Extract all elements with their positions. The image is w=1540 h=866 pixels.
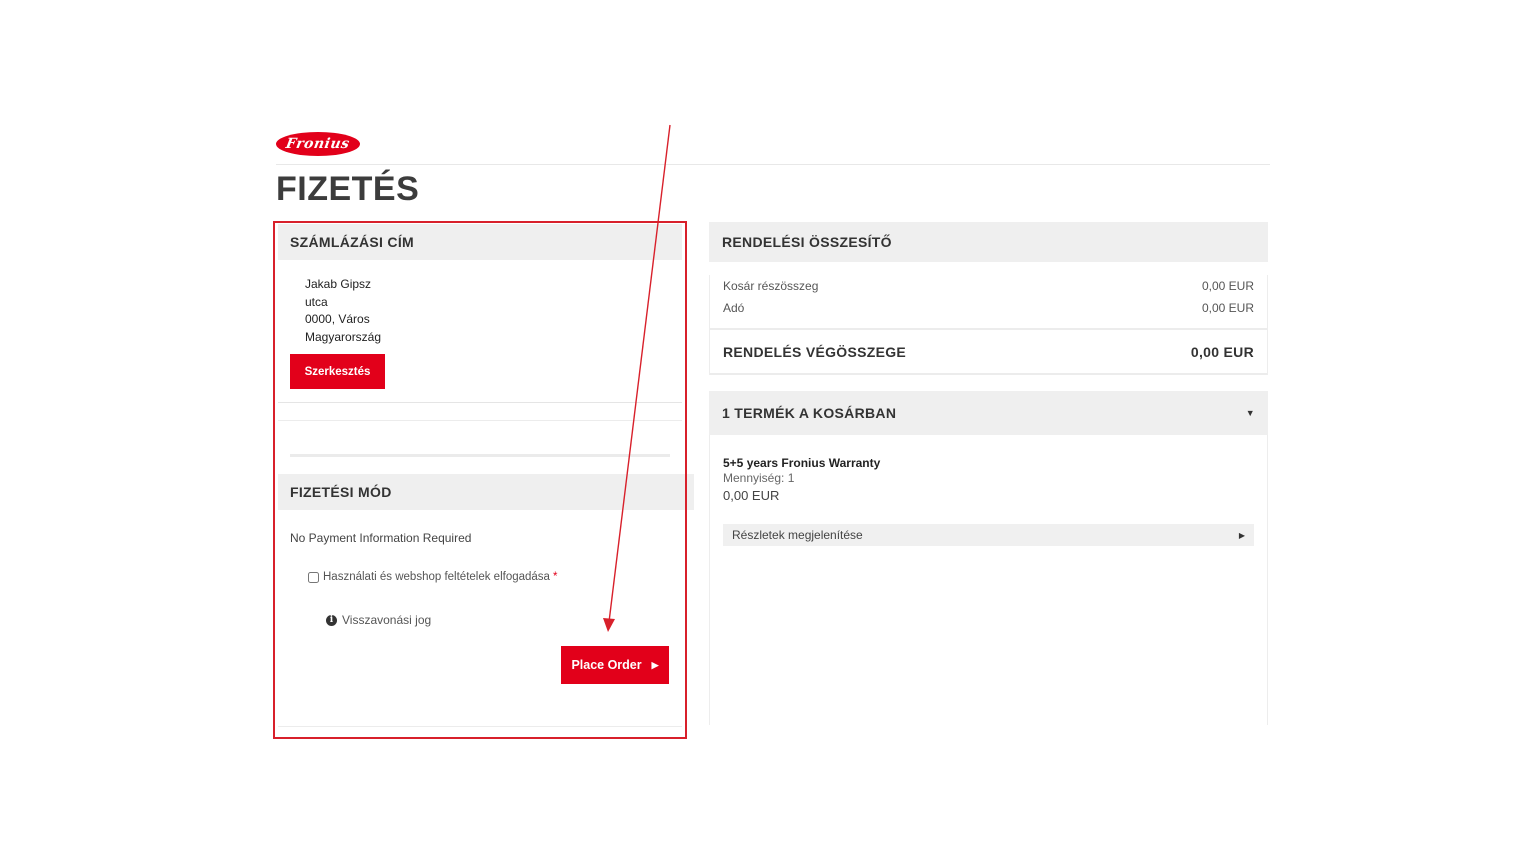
order-summary-header: RENDELÉSI ÖSSZESÍTŐ — [709, 222, 1268, 262]
caret-right-icon: ▶ — [1238, 530, 1245, 540]
logo-text: Fronius — [284, 136, 352, 152]
tax-label: Adó — [723, 301, 745, 315]
tax-value: 0,00 EUR — [1201, 301, 1254, 315]
show-details-toggle[interactable]: Részletek megjelenítése ▶ — [723, 524, 1254, 546]
show-details-label: Részletek megjelenítése — [732, 528, 863, 542]
order-summary-body: Kosár részösszeg 0,00 EUR Adó 0,00 EUR R… — [709, 275, 1268, 375]
page-title: FIZETÉS — [276, 170, 420, 208]
cart-items: 5+5 years Fronius Warranty Mennyiség: 1 … — [709, 435, 1268, 725]
header-divider — [276, 164, 1270, 165]
product-name: 5+5 years Fronius Warranty — [723, 456, 881, 470]
cart-toggle-header[interactable]: 1 TERMÉK A KOSÁRBAN ▼ — [709, 391, 1268, 435]
annotation-highlight-box — [273, 221, 687, 739]
product-price: 0,00 EUR — [723, 488, 780, 503]
subtotal-label: Kosár részösszeg — [723, 279, 819, 293]
order-total-row: RENDELÉS VÉGÖSSZEGE 0,00 EUR — [710, 328, 1267, 375]
subtotal-value: 0,00 EUR — [1201, 279, 1254, 293]
order-total-value: 0,00 EUR — [1190, 343, 1254, 360]
product-quantity: Mennyiség: 1 — [723, 471, 795, 485]
subtotal-row: Kosár részösszeg 0,00 EUR — [710, 275, 1267, 297]
checkout-right-column: RENDELÉSI ÖSSZESÍTŐ Kosár részösszeg 0,0… — [709, 222, 1268, 728]
cart-count-label: 1 TERMÉK A KOSÁRBAN — [722, 405, 897, 421]
fronius-logo[interactable]: Fronius — [276, 132, 360, 156]
caret-down-icon: ▼ — [1245, 408, 1255, 418]
tax-row: Adó 0,00 EUR — [710, 297, 1267, 319]
order-total-label: RENDELÉS VÉGÖSSZEGE — [723, 343, 907, 360]
